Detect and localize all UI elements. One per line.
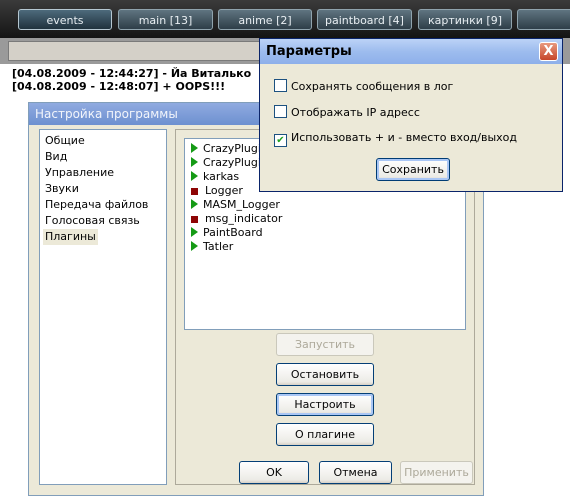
- plugin-item[interactable]: CrazyPlugin: [191, 156, 268, 170]
- plugin-item[interactable]: PaintBoard: [191, 226, 263, 240]
- configure-plugin-button[interactable]: Настроить: [276, 393, 374, 416]
- option-plus-minus[interactable]: ✔ Использовать + и - вместо вход/выход: [274, 131, 517, 147]
- category-item-control[interactable]: Управление: [45, 165, 114, 181]
- category-item-sounds[interactable]: Звуки: [45, 181, 79, 197]
- category-item-file-transfer[interactable]: Передача файлов: [45, 197, 148, 213]
- running-icon: [191, 227, 198, 237]
- close-icon[interactable]: X: [539, 42, 558, 61]
- plugin-item[interactable]: msg_indicator: [191, 212, 282, 226]
- plugin-item[interactable]: MASM_Logger: [191, 198, 280, 212]
- category-list[interactable]: Общие Вид Управление Звуки Передача файл…: [39, 129, 167, 485]
- running-icon: [191, 157, 198, 167]
- about-plugin-button[interactable]: О плагине: [276, 423, 374, 446]
- start-plugin-button[interactable]: Запустить: [276, 333, 374, 356]
- category-item-view[interactable]: Вид: [45, 149, 67, 165]
- stop-plugin-button[interactable]: Остановить: [276, 363, 374, 386]
- chat-log: [04.08.2009 - 12:44:27] - Йа Виталько [0…: [12, 67, 272, 93]
- option-save-log[interactable]: Сохранять сообщения в лог: [274, 79, 453, 93]
- tab-overflow[interactable]: [517, 9, 570, 30]
- ok-button[interactable]: OK: [239, 461, 309, 484]
- tab-main[interactable]: main [13]: [118, 9, 213, 30]
- running-icon: [191, 199, 198, 209]
- apply-button[interactable]: Применить: [400, 461, 473, 484]
- parameters-dialog: Параметры X Сохранять сообщения в лог От…: [259, 38, 563, 192]
- checkbox-show-ip[interactable]: [274, 105, 287, 118]
- parameters-title: Параметры: [260, 39, 562, 64]
- tab-kartinki[interactable]: картинки [9]: [418, 9, 512, 30]
- channel-tab-bar: events main [13] anime [2] paintboard [4…: [0, 0, 570, 38]
- category-item-plugins[interactable]: Плагины: [43, 229, 98, 245]
- chat-line: [04.08.2009 - 12:48:07] + OOPS!!!: [12, 80, 226, 93]
- plugin-item[interactable]: Logger: [191, 184, 243, 198]
- plugin-item[interactable]: CrazyPlugin: [191, 142, 268, 156]
- plugin-item[interactable]: Tatler: [191, 240, 233, 254]
- plugin-item[interactable]: karkas: [191, 170, 239, 184]
- tab-events[interactable]: events: [18, 9, 112, 30]
- running-icon: [191, 143, 198, 153]
- running-icon: [191, 241, 198, 251]
- tab-anime[interactable]: anime [2]: [218, 9, 312, 30]
- chat-line: [04.08.2009 - 12:44:27] - Йа Виталько: [12, 67, 252, 80]
- stopped-icon: [191, 216, 198, 223]
- topic-field[interactable]: [8, 41, 270, 61]
- category-item-general[interactable]: Общие: [45, 133, 85, 149]
- checkbox-save-log[interactable]: [274, 79, 287, 92]
- cancel-button[interactable]: Отмена: [319, 461, 392, 484]
- tab-paintboard[interactable]: paintboard [4]: [317, 9, 412, 30]
- running-icon: [191, 171, 198, 181]
- save-button[interactable]: Сохранить: [376, 158, 450, 181]
- stopped-icon: [191, 188, 198, 195]
- option-show-ip[interactable]: Отображать IP адресс: [274, 105, 420, 119]
- checkbox-plus-minus[interactable]: ✔: [274, 134, 287, 147]
- category-item-voice[interactable]: Голосовая связь: [45, 213, 140, 229]
